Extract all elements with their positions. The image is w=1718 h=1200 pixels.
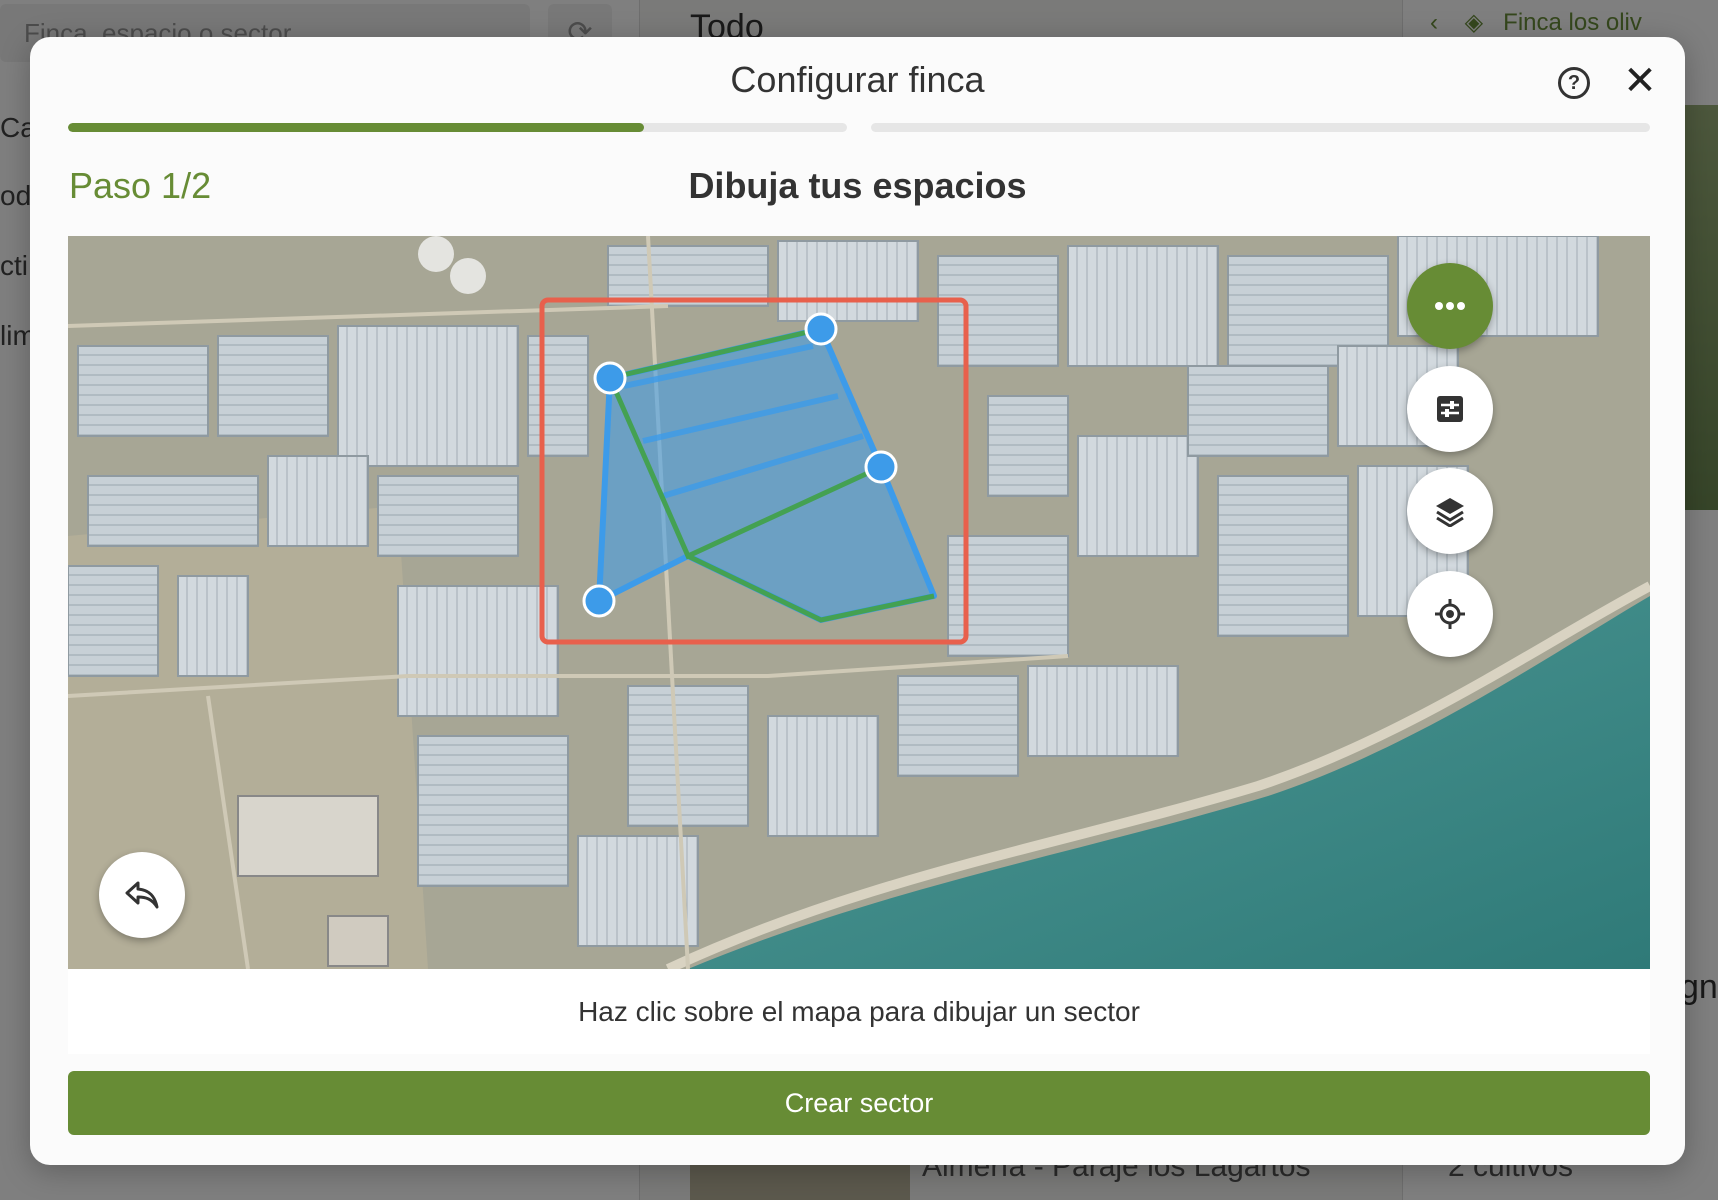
map-instruction: Haz clic sobre el mapa para dibujar un s… [68,969,1650,1054]
progress-step-2 [871,123,1650,132]
polygon-vertex[interactable] [804,312,838,346]
more-horizontal-icon [1435,302,1465,310]
crosshair-icon [1435,599,1465,629]
undo-button[interactable] [99,852,185,938]
close-icon[interactable]: ✕ [1620,57,1660,105]
adjust-button[interactable] [1407,366,1493,452]
progress-fill [68,123,645,132]
progress-step-1 [68,123,847,132]
polygon-vertex[interactable] [582,584,616,618]
layers-button[interactable] [1407,468,1493,554]
create-sector-button[interactable]: Crear sector [68,1071,1650,1135]
sliders-icon [1437,396,1463,422]
layers-icon [1436,498,1464,527]
polygon-vertex[interactable] [864,450,898,484]
locate-button[interactable] [1407,571,1493,657]
step-title: Dibuja tus espacios [688,165,1027,206]
help-icon[interactable]: ? [1558,67,1590,99]
undo-icon [125,881,159,909]
configure-farm-modal: Configurar finca ? ✕ Paso 1/2 Dibuja tus… [30,37,1685,1165]
polygon-vertex[interactable] [593,361,627,395]
modal-title: Configurar finca [730,59,985,100]
satellite-map[interactable] [68,236,1650,969]
more-options-button[interactable] [1407,263,1493,349]
